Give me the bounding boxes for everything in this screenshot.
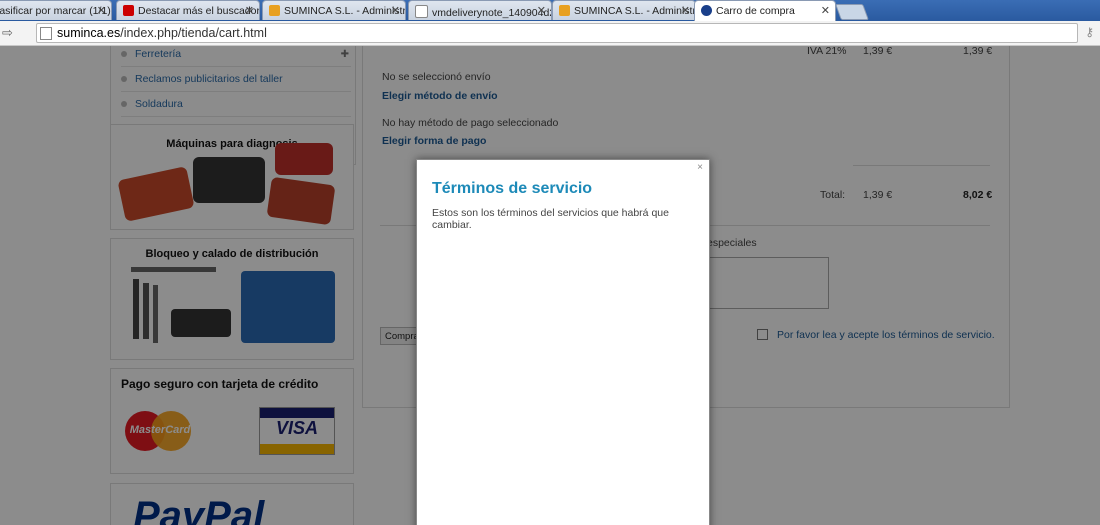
tab-4[interactable]: vmdeliverynote_140904d2 ✕ xyxy=(408,0,552,20)
tab-6-active[interactable]: Carro de compra ✕ xyxy=(694,0,836,21)
tab-title: Carro de compra xyxy=(716,5,795,17)
tab-title: vmdeliverynote_140904d2 xyxy=(432,7,552,19)
close-icon[interactable]: × xyxy=(697,162,703,173)
modal-body-text: Estos son los términos del servicios que… xyxy=(432,207,669,231)
tab-title: SUMINCA S.L. - Administr xyxy=(284,5,406,17)
terms-modal: × Términos de servicio Estos son los tér… xyxy=(416,159,710,525)
browser-tab-strip: lasificar por marcar (1/1) ✕ Destacar má… xyxy=(0,0,1100,21)
close-icon[interactable]: ✕ xyxy=(391,4,400,17)
close-icon[interactable]: ✕ xyxy=(821,4,830,17)
page-icon xyxy=(40,27,52,40)
tab-2[interactable]: Destacar más el buscador ✕ xyxy=(116,0,260,20)
tab-title: SUMINCA S.L. - Administr xyxy=(574,5,696,17)
favicon-icon xyxy=(123,5,134,16)
close-icon[interactable]: ✕ xyxy=(681,4,690,17)
address-bar: ⇨ suminca.es/index.php/tienda/cart.html … xyxy=(0,21,1100,46)
tab-1[interactable]: lasificar por marcar (1/1) ✕ xyxy=(0,0,112,20)
close-icon[interactable]: ✕ xyxy=(245,4,254,17)
document-favicon-icon xyxy=(415,5,428,18)
joomla-favicon-icon xyxy=(559,5,570,16)
back-arrow-icon[interactable]: ⇨ xyxy=(2,25,13,41)
url-input[interactable]: suminca.es/index.php/tienda/cart.html xyxy=(36,23,1078,43)
tab-3[interactable]: SUMINCA S.L. - Administr ✕ xyxy=(262,0,406,20)
site-favicon-icon xyxy=(701,5,712,16)
new-tab-button[interactable] xyxy=(835,4,869,20)
page-viewport: Ferretería ✚ Reclamos publicitarios del … xyxy=(0,46,1100,525)
url-text: suminca.es/index.php/tienda/cart.html xyxy=(57,26,267,40)
joomla-favicon-icon xyxy=(269,5,280,16)
tab-5[interactable]: SUMINCA S.L. - Administr ✕ xyxy=(552,0,696,20)
tab-title: Destacar más el buscador xyxy=(138,5,260,17)
close-icon[interactable]: ✕ xyxy=(97,4,106,17)
key-icon[interactable]: ⚷ xyxy=(1085,25,1094,39)
close-icon[interactable]: ✕ xyxy=(537,4,546,17)
tab-title: lasificar por marcar (1/1) xyxy=(0,5,111,17)
modal-title: Términos de servicio xyxy=(432,180,593,197)
